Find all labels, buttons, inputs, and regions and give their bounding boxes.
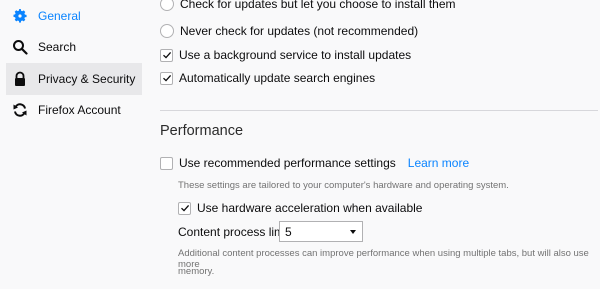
checkbox-background-service[interactable]: Use a background service to install upda… [160, 48, 411, 62]
checkbox-label: Use a background service to install upda… [179, 48, 412, 62]
radio-button[interactable] [160, 24, 174, 38]
sidebar-item-label: General [38, 9, 81, 23]
radio-label: Check for updates but let you choose to … [180, 0, 456, 11]
radio-never-check-updates[interactable]: Never check for updates (not recommended… [160, 24, 418, 38]
chevron-down-icon [350, 229, 356, 234]
performance-heading: Performance [160, 123, 244, 139]
sidebar: General Search Privacy & Security Firefo… [0, 0, 142, 289]
sidebar-item-general[interactable]: General [6, 0, 142, 32]
checkbox-label: Use recommended performance settings [179, 156, 396, 170]
preferences-page: General Search Privacy & Security Firefo… [0, 0, 600, 289]
checkbox[interactable] [178, 201, 191, 215]
sidebar-item-firefox-account[interactable]: Firefox Account [6, 94, 142, 126]
content-process-note-line2: memory. [178, 266, 215, 277]
sidebar-item-label: Search [38, 40, 77, 54]
gear-icon [12, 8, 28, 24]
checkbox-hardware-acceleration[interactable]: Use hardware acceleration when available [178, 201, 422, 215]
checkbox[interactable] [160, 156, 173, 170]
section-divider [160, 110, 598, 111]
select-value: 5 [285, 224, 292, 239]
sync-icon [12, 102, 28, 118]
radio-label: Never check for updates (not recommended… [180, 24, 419, 38]
radio-button[interactable] [160, 0, 174, 11]
search-icon [12, 39, 28, 55]
sidebar-item-label: Privacy & Security [38, 72, 136, 86]
checkmark-icon [162, 51, 171, 59]
learn-more-link[interactable]: Learn more [408, 156, 469, 170]
sidebar-item-label: Firefox Account [38, 103, 121, 117]
content-process-limit-select[interactable]: 5 [279, 221, 363, 242]
checkbox-label: Automatically update search engines [179, 71, 376, 85]
checkbox-recommended-performance[interactable]: Use recommended performance settings Lea… [160, 156, 469, 170]
checkbox-label: Use hardware acceleration when available [197, 201, 423, 215]
performance-tailored-note: These settings are tailored to your comp… [178, 180, 509, 191]
content-process-limit-label: Content process limit [178, 225, 291, 239]
sidebar-item-search[interactable]: Search [6, 31, 142, 63]
checkbox[interactable] [160, 48, 173, 62]
checkmark-icon [180, 204, 189, 212]
checkbox[interactable] [160, 71, 173, 85]
sidebar-item-privacy-security[interactable]: Privacy & Security [6, 63, 142, 95]
radio-check-updates-let-choose[interactable]: Check for updates but let you choose to … [160, 0, 456, 11]
lock-icon [12, 71, 28, 87]
checkbox-auto-update-search-engines[interactable]: Automatically update search engines [160, 71, 375, 85]
content-process-note-line1: Additional content processes can improve… [178, 248, 589, 270]
checkmark-icon [162, 74, 171, 82]
